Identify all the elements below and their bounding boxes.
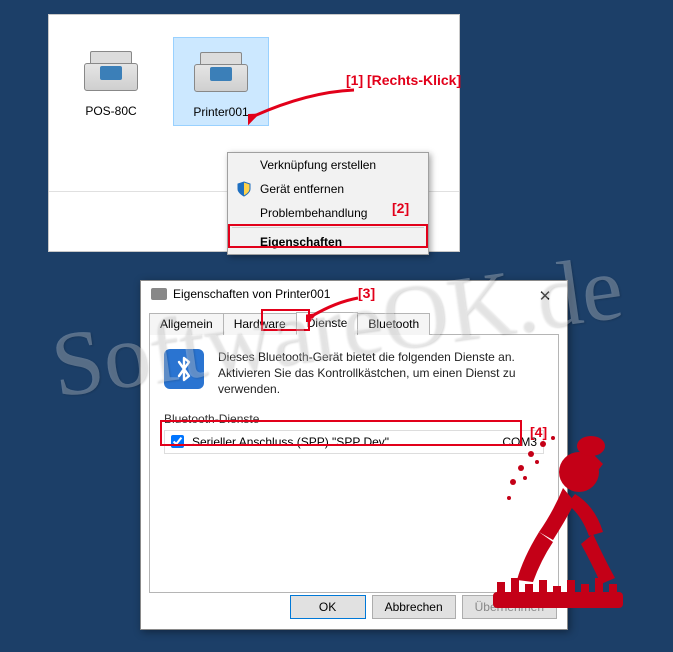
tab-bluetooth[interactable]: Bluetooth: [357, 313, 430, 335]
tab-services[interactable]: Dienste: [296, 312, 359, 335]
menu-create-shortcut[interactable]: Verknüpfung erstellen: [228, 153, 428, 177]
menu-label: Problembehandlung: [260, 206, 367, 220]
services-description: Dieses Bluetooth-Gerät bietet die folgen…: [218, 349, 544, 398]
annotation-step4: [4]: [530, 424, 547, 440]
button-label: Abbrechen: [385, 600, 443, 614]
menu-label: Gerät entfernen: [260, 182, 344, 196]
close-icon: ✕: [539, 287, 552, 305]
dialog-title-text: Eigenschaften von Printer001: [173, 287, 330, 301]
annotation-step3: [3]: [358, 285, 375, 301]
menu-remove-device[interactable]: Gerät entfernen: [228, 177, 428, 201]
ok-button[interactable]: OK: [290, 595, 366, 619]
menu-label: Eigenschaften: [260, 235, 342, 249]
close-button[interactable]: ✕: [529, 285, 561, 307]
device-pos80c[interactable]: POS-80C: [63, 37, 159, 124]
bluetooth-icon: [164, 349, 204, 389]
tab-strip: Allgemein Hardware Dienste Bluetooth: [149, 311, 559, 335]
device-label: POS-80C: [63, 102, 159, 124]
printer-icon: [76, 43, 146, 98]
tab-hardware[interactable]: Hardware: [223, 313, 297, 335]
button-label: Übernehmen: [475, 600, 544, 614]
printer-icon: [151, 288, 167, 300]
annotation-step2: [2]: [392, 200, 409, 216]
device-label: Printer001: [174, 103, 268, 125]
dialog-buttons: OK Abbrechen Übernehmen: [290, 595, 557, 619]
tab-body-services: Dieses Bluetooth-Gerät bietet die folgen…: [149, 335, 559, 593]
shield-icon: [236, 181, 252, 197]
apply-button[interactable]: Übernehmen: [462, 595, 557, 619]
tab-label: Bluetooth: [368, 317, 419, 331]
service-row-spp: Serieller Anschluss (SPP) "SPP Dev" COM3: [164, 430, 544, 454]
tab-label: Allgemein: [160, 317, 213, 331]
group-label: Bluetooth-Dienste: [164, 412, 544, 426]
tab-general[interactable]: Allgemein: [149, 313, 224, 335]
properties-dialog: Eigenschaften von Printer001 ✕ Allgemein…: [140, 280, 568, 630]
menu-properties[interactable]: Eigenschaften: [228, 230, 428, 254]
tab-label: Hardware: [234, 317, 286, 331]
dialog-titlebar: Eigenschaften von Printer001: [141, 281, 567, 307]
printer-icon: [186, 44, 256, 99]
button-label: OK: [319, 600, 336, 614]
service-label: Serieller Anschluss (SPP) "SPP Dev": [192, 435, 389, 449]
service-checkbox[interactable]: [171, 435, 184, 448]
tab-label: Dienste: [307, 316, 348, 330]
menu-label: Verknüpfung erstellen: [260, 158, 376, 172]
cancel-button[interactable]: Abbrechen: [372, 595, 456, 619]
device-printer001[interactable]: Printer001: [173, 37, 269, 126]
annotation-step1: [1] [Rechts-Klick]: [346, 72, 461, 88]
divider: [232, 227, 424, 228]
